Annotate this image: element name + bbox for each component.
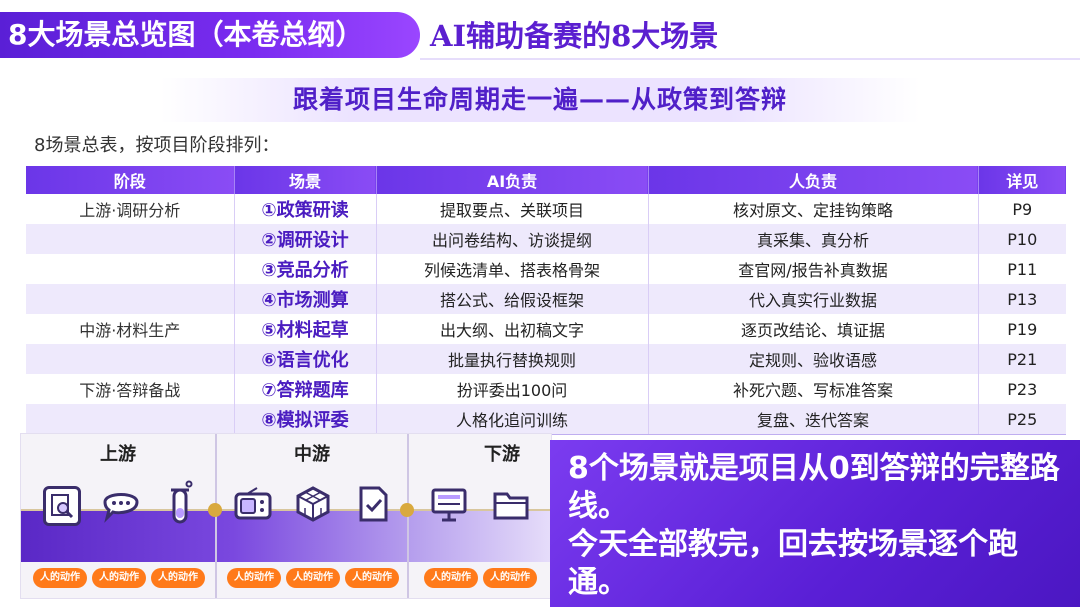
human-action-pill: 人的动作 — [424, 568, 478, 588]
scenes-table: 阶段 场景 AI负责 人负责 详见 上游·调研分析 ①政策研读 提取要点、关联项目核… — [26, 166, 1066, 435]
table-row: ⑧模拟评委 人格化追问训练 复盘、迭代答案 P25 — [26, 404, 1066, 435]
scene-cell: ②调研设计 — [234, 224, 377, 254]
human-responsibility-cell: 补死穴题、写标准答案 — [648, 374, 979, 404]
table-row: 下游·答辩备战 ⑦答辩题库 扮评委出100问 补死穴题、写标准答案 P23 — [26, 374, 1066, 404]
page-ref-cell: P21 — [978, 344, 1066, 374]
cube-icon — [293, 484, 333, 524]
ai-responsibility-cell: 列候选清单、搭表格骨架 — [376, 254, 649, 284]
page-ref-cell: P10 — [978, 224, 1066, 254]
human-action-pill: 人的动作 — [227, 568, 281, 588]
stage-cell — [26, 344, 235, 374]
section-banner: 跟着项目生命周期走一遍——从政策到答辩 — [160, 78, 920, 122]
human-responsibility-cell: 逐页改结论、填证据 — [648, 314, 979, 344]
page-ref-cell: P11 — [978, 254, 1066, 284]
page-ref-cell: P19 — [978, 314, 1066, 344]
ai-responsibility-cell: 出问卷结构、访谈提纲 — [376, 224, 649, 254]
document-check-icon — [353, 484, 393, 524]
callout-line-1: 8个场景就是项目从0到答辩的完整路线。 — [568, 451, 1060, 524]
ai-responsibility-cell: 提取要点、关联项目 — [376, 194, 649, 224]
ai-responsibility-cell: 扮评委出100问 — [376, 374, 649, 404]
human-responsibility-cell: 真采集、真分析 — [648, 224, 979, 254]
radio-device-icon — [233, 484, 273, 524]
ai-responsibility-cell: 出大纲、出初稿文字 — [376, 314, 649, 344]
test-tube-icon — [161, 480, 201, 524]
human-action-pill: 人的动作 — [33, 568, 87, 588]
timeline-dot — [400, 503, 414, 517]
callout-line-2: 今天全部教完，回去按场景逐个跑通。 — [568, 527, 1018, 600]
human-responsibility-cell: 定规则、验收语感 — [648, 344, 979, 374]
lifecycle-flow-panel: 上游 中游 下游 人的动作 人的动作 人的动作 人的动作 人的动作 人的动作 人… — [20, 433, 552, 599]
page-ref-cell: P9 — [978, 194, 1066, 224]
column-header-page: 详见 — [978, 166, 1066, 194]
column-header-scene: 场景 — [234, 166, 377, 194]
stage-cell: 中游·材料生产 — [26, 314, 235, 344]
timeline-dot — [208, 503, 222, 517]
stage-cell — [26, 254, 235, 284]
human-responsibility-cell: 核对原文、定挂钩策略 — [648, 194, 979, 224]
column-header-stage: 阶段 — [26, 166, 235, 194]
human-action-pill: 人的动作 — [92, 568, 146, 588]
human-responsibility-cell: 查官网/报告补真数据 — [648, 254, 979, 284]
intro-text: 8场景总表，按项目阶段排列： — [34, 135, 280, 156]
table-row: 上游·调研分析 ①政策研读 提取要点、关联项目 核对原文、定挂钩策略 P9 — [26, 194, 1066, 224]
ai-responsibility-cell: 搭公式、给假设框架 — [376, 284, 649, 314]
scene-cell: ⑦答辩题库 — [234, 374, 377, 404]
table-row: ②调研设计 出问卷结构、访谈提纲 真采集、真分析 P10 — [26, 224, 1066, 254]
scene-cell: ③竞品分析 — [234, 254, 377, 284]
segment-label-downstream: 下游 — [484, 444, 520, 465]
scene-cell: ①政策研读 — [234, 194, 377, 224]
scene-cell: ⑤材料起草 — [234, 314, 377, 344]
table-row: ⑥语言优化 批量执行替换规则 定规则、验收语感 P21 — [26, 344, 1066, 374]
folder-icon — [491, 484, 531, 524]
summary-callout: 8个场景就是项目从0到答辩的完整路线。 今天全部教完，回去按场景逐个跑通。 — [550, 440, 1080, 607]
stage-cell — [26, 284, 235, 314]
ai-responsibility-cell: 人格化追问训练 — [376, 404, 649, 435]
scene-cell: ⑥语言优化 — [234, 344, 377, 374]
human-action-pill: 人的动作 — [286, 568, 340, 588]
column-header-ai: AI负责 — [376, 166, 649, 194]
stage-cell — [26, 224, 235, 254]
human-action-pill: 人的动作 — [345, 568, 399, 588]
page-ref-cell: P13 — [978, 284, 1066, 314]
stage-cell: 上游·调研分析 — [26, 194, 235, 224]
table-header-row: 阶段 场景 AI负责 人负责 详见 — [26, 166, 1066, 194]
ai-responsibility-cell: 批量执行替换规则 — [376, 344, 649, 374]
scene-cell: ⑧模拟评委 — [234, 404, 377, 435]
stage-cell — [26, 404, 235, 435]
chat-bubble-icon — [101, 484, 141, 524]
human-responsibility-cell: 代入真实行业数据 — [648, 284, 979, 314]
stage-cell: 下游·答辩备战 — [26, 374, 235, 404]
page-subtitle: AI辅助备赛的8大场景 — [430, 19, 719, 53]
human-responsibility-cell: 复盘、迭代答案 — [648, 404, 979, 435]
human-action-pill: 人的动作 — [483, 568, 537, 588]
table-row: ④市场测算 搭公式、给假设框架 代入真实行业数据 P13 — [26, 284, 1066, 314]
segment-label-upstream: 上游 — [100, 444, 136, 465]
column-header-human: 人负责 — [648, 166, 979, 194]
segment-label-midstream: 中游 — [294, 444, 330, 465]
page-ref-cell: P23 — [978, 374, 1066, 404]
table-row: ③竞品分析 列候选清单、搭表格骨架 查官网/报告补真数据 P11 — [26, 254, 1066, 284]
table-row: 中游·材料生产 ⑤材料起草 出大纲、出初稿文字 逐页改结论、填证据 P19 — [26, 314, 1066, 344]
document-search-icon — [43, 486, 81, 526]
page-ref-cell: P25 — [978, 404, 1066, 435]
presentation-board-icon — [429, 484, 469, 524]
header-divider — [420, 58, 1080, 60]
page-title: 8大场景总览图（本卷总纲） — [0, 12, 420, 58]
scene-cell: ④市场测算 — [234, 284, 377, 314]
human-action-pill: 人的动作 — [151, 568, 205, 588]
